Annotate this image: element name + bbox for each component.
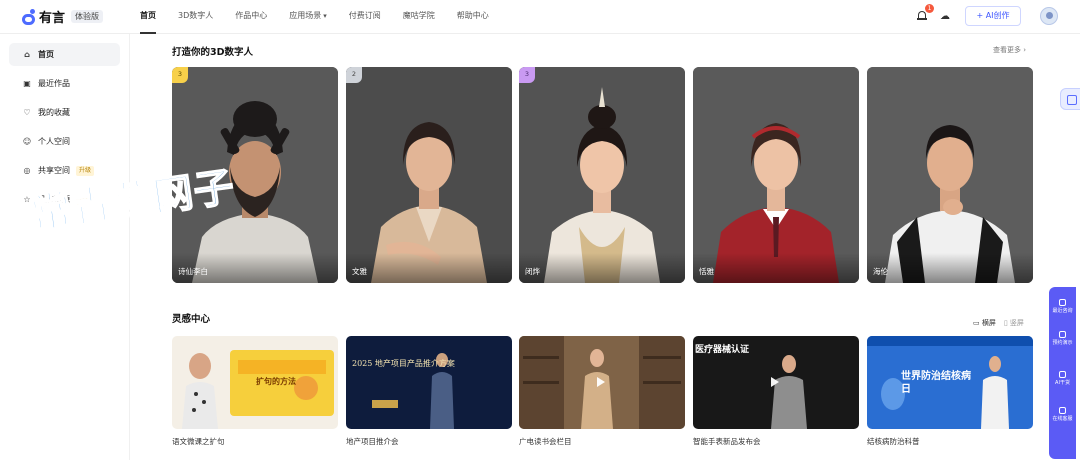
digital-human-name: 海伦	[873, 267, 888, 276]
figure-hanfu-illustration	[519, 67, 685, 283]
cloud-download-icon[interactable]: ☁	[940, 11, 950, 22]
digital-human-card[interactable]: 海伦	[867, 67, 1033, 283]
portrait-option[interactable]: ▯ 竖屏	[1004, 318, 1024, 328]
digital-human-card[interactable]: 3 闭烨	[519, 67, 685, 283]
bulb-icon	[1059, 371, 1066, 378]
logo-mark-icon	[22, 8, 36, 25]
video-card[interactable]: 2025 地产项目产品推介方案	[346, 336, 512, 429]
digital-human-name: 诗仙李白	[178, 267, 208, 276]
video-caption: 广电读书会栏目	[519, 437, 572, 446]
top-navigation-bar: 有言 体验版 首页 3D数字人 作品中心 应用场景 ▾ 付费订阅 魔咕学院 帮助中…	[0, 0, 1080, 34]
sidebar: ⌂ 首页 ▣ 最近作品 ♡ 我的收藏 ☺ 个人空间 ◎ 共享空间 升级 ☆ 品牌资源 升级	[0, 34, 130, 460]
chevron-down-icon: ▾	[323, 12, 327, 20]
play-icon	[597, 377, 605, 387]
figure-hailun-illustration	[867, 67, 1033, 283]
landscape-icon: ▭	[973, 319, 982, 327]
orientation-toggle: ▭ 横屏 ▯ 竖屏	[973, 318, 1024, 328]
nav-help-center[interactable]: 帮助中心	[457, 0, 489, 34]
avatar[interactable]	[1040, 7, 1058, 25]
landscape-option[interactable]: ▭ 横屏	[973, 318, 996, 328]
edition-badge: 体验版	[71, 10, 104, 23]
panel-item-ai-tips[interactable]: AI干货	[1049, 371, 1076, 386]
panel-item-recent-inquiry[interactable]: 最近咨询	[1049, 299, 1076, 314]
video-card[interactable]: 世界防治结核病日	[867, 336, 1033, 429]
card-gradient	[346, 253, 512, 283]
ai-create-button[interactable]: + AI创作	[965, 6, 1021, 26]
video-caption: 语文微课之扩句	[172, 437, 225, 446]
monitor-icon	[1059, 331, 1066, 338]
figure-tianya-illustration	[693, 67, 859, 283]
sidebar-item-home[interactable]: ⌂ 首页	[9, 43, 120, 66]
video-overlay-title: 扩句的方法	[256, 377, 296, 386]
rank-badge: 2	[346, 67, 362, 83]
card-gradient	[693, 253, 859, 283]
sidebar-item-recent[interactable]: ▣ 最近作品	[9, 72, 120, 95]
panel-item-book-demo[interactable]: 预约演示	[1049, 331, 1076, 346]
chat-icon	[1059, 299, 1066, 306]
logo-text: 有言	[39, 11, 66, 26]
figure-wenya-illustration	[346, 67, 512, 283]
recent-icon: ▣	[23, 79, 31, 88]
section-title-inspiration: 灵感中心	[172, 314, 211, 325]
sidebar-item-personal-space[interactable]: ☺ 个人空间	[9, 130, 120, 153]
notification-badge: 1	[925, 4, 934, 13]
video-card[interactable]	[519, 336, 685, 429]
sidebar-item-favorites[interactable]: ♡ 我的收藏	[9, 101, 120, 124]
video-thumbnail	[172, 336, 338, 429]
heart-icon: ♡	[23, 108, 31, 117]
digital-human-card[interactable]: 2 文雅	[346, 67, 512, 283]
video-caption: 结核病防治科普	[867, 437, 920, 446]
video-card[interactable]: 扩句的方法	[172, 336, 338, 429]
video-thumbnail	[346, 336, 512, 429]
home-icon: ⌂	[24, 50, 30, 59]
digital-human-name: 文雅	[352, 267, 367, 276]
rank-badge: 3	[519, 67, 535, 83]
section-title-digital-humans: 打造你的3D数字人	[172, 47, 253, 58]
digital-human-name: 恬雅	[699, 267, 714, 276]
headset-icon	[1059, 407, 1066, 414]
card-gradient	[867, 253, 1033, 283]
rank-badge: 3	[172, 67, 188, 83]
video-overlay-title: 世界防治结核病日	[901, 371, 971, 395]
digital-human-name: 闭烨	[525, 267, 540, 276]
nav-scenarios[interactable]: 应用场景 ▾	[289, 0, 327, 34]
person-icon: ☺	[22, 137, 32, 146]
nav-3d-digital-human[interactable]: 3D数字人	[178, 0, 213, 34]
video-overlay-title: 2025 地产项目产品推介方案	[352, 359, 455, 368]
app-logo[interactable]: 有言 体验版	[22, 7, 104, 26]
main-nav: 首页 3D数字人 作品中心 应用场景 ▾ 付费订阅 魔咕学院 帮助中心	[140, 0, 511, 34]
nav-subscription[interactable]: 付费订阅	[349, 0, 381, 34]
nav-academy[interactable]: 魔咕学院	[403, 0, 435, 34]
digital-human-card[interactable]: 恬雅	[693, 67, 859, 283]
floating-service-panel: 最近咨询 预约演示 AI干货 在线客服	[1049, 287, 1076, 459]
video-overlay-title: 医疗器械认证	[695, 345, 750, 355]
shared-icon: ◎	[23, 166, 31, 175]
video-card[interactable]: 医疗器械认证	[693, 336, 859, 429]
play-icon	[771, 377, 779, 387]
floating-widget-button[interactable]	[1060, 88, 1080, 110]
card-gradient	[519, 253, 685, 283]
nav-works-center[interactable]: 作品中心	[235, 0, 267, 34]
video-caption: 智能手表新品发布会	[693, 437, 761, 446]
panel-item-online-support[interactable]: 在线客服	[1049, 407, 1076, 422]
nav-home[interactable]: 首页	[140, 0, 156, 34]
video-caption: 地产项目推介会	[346, 437, 399, 446]
view-more-link[interactable]: 查看更多 ›	[993, 45, 1026, 55]
